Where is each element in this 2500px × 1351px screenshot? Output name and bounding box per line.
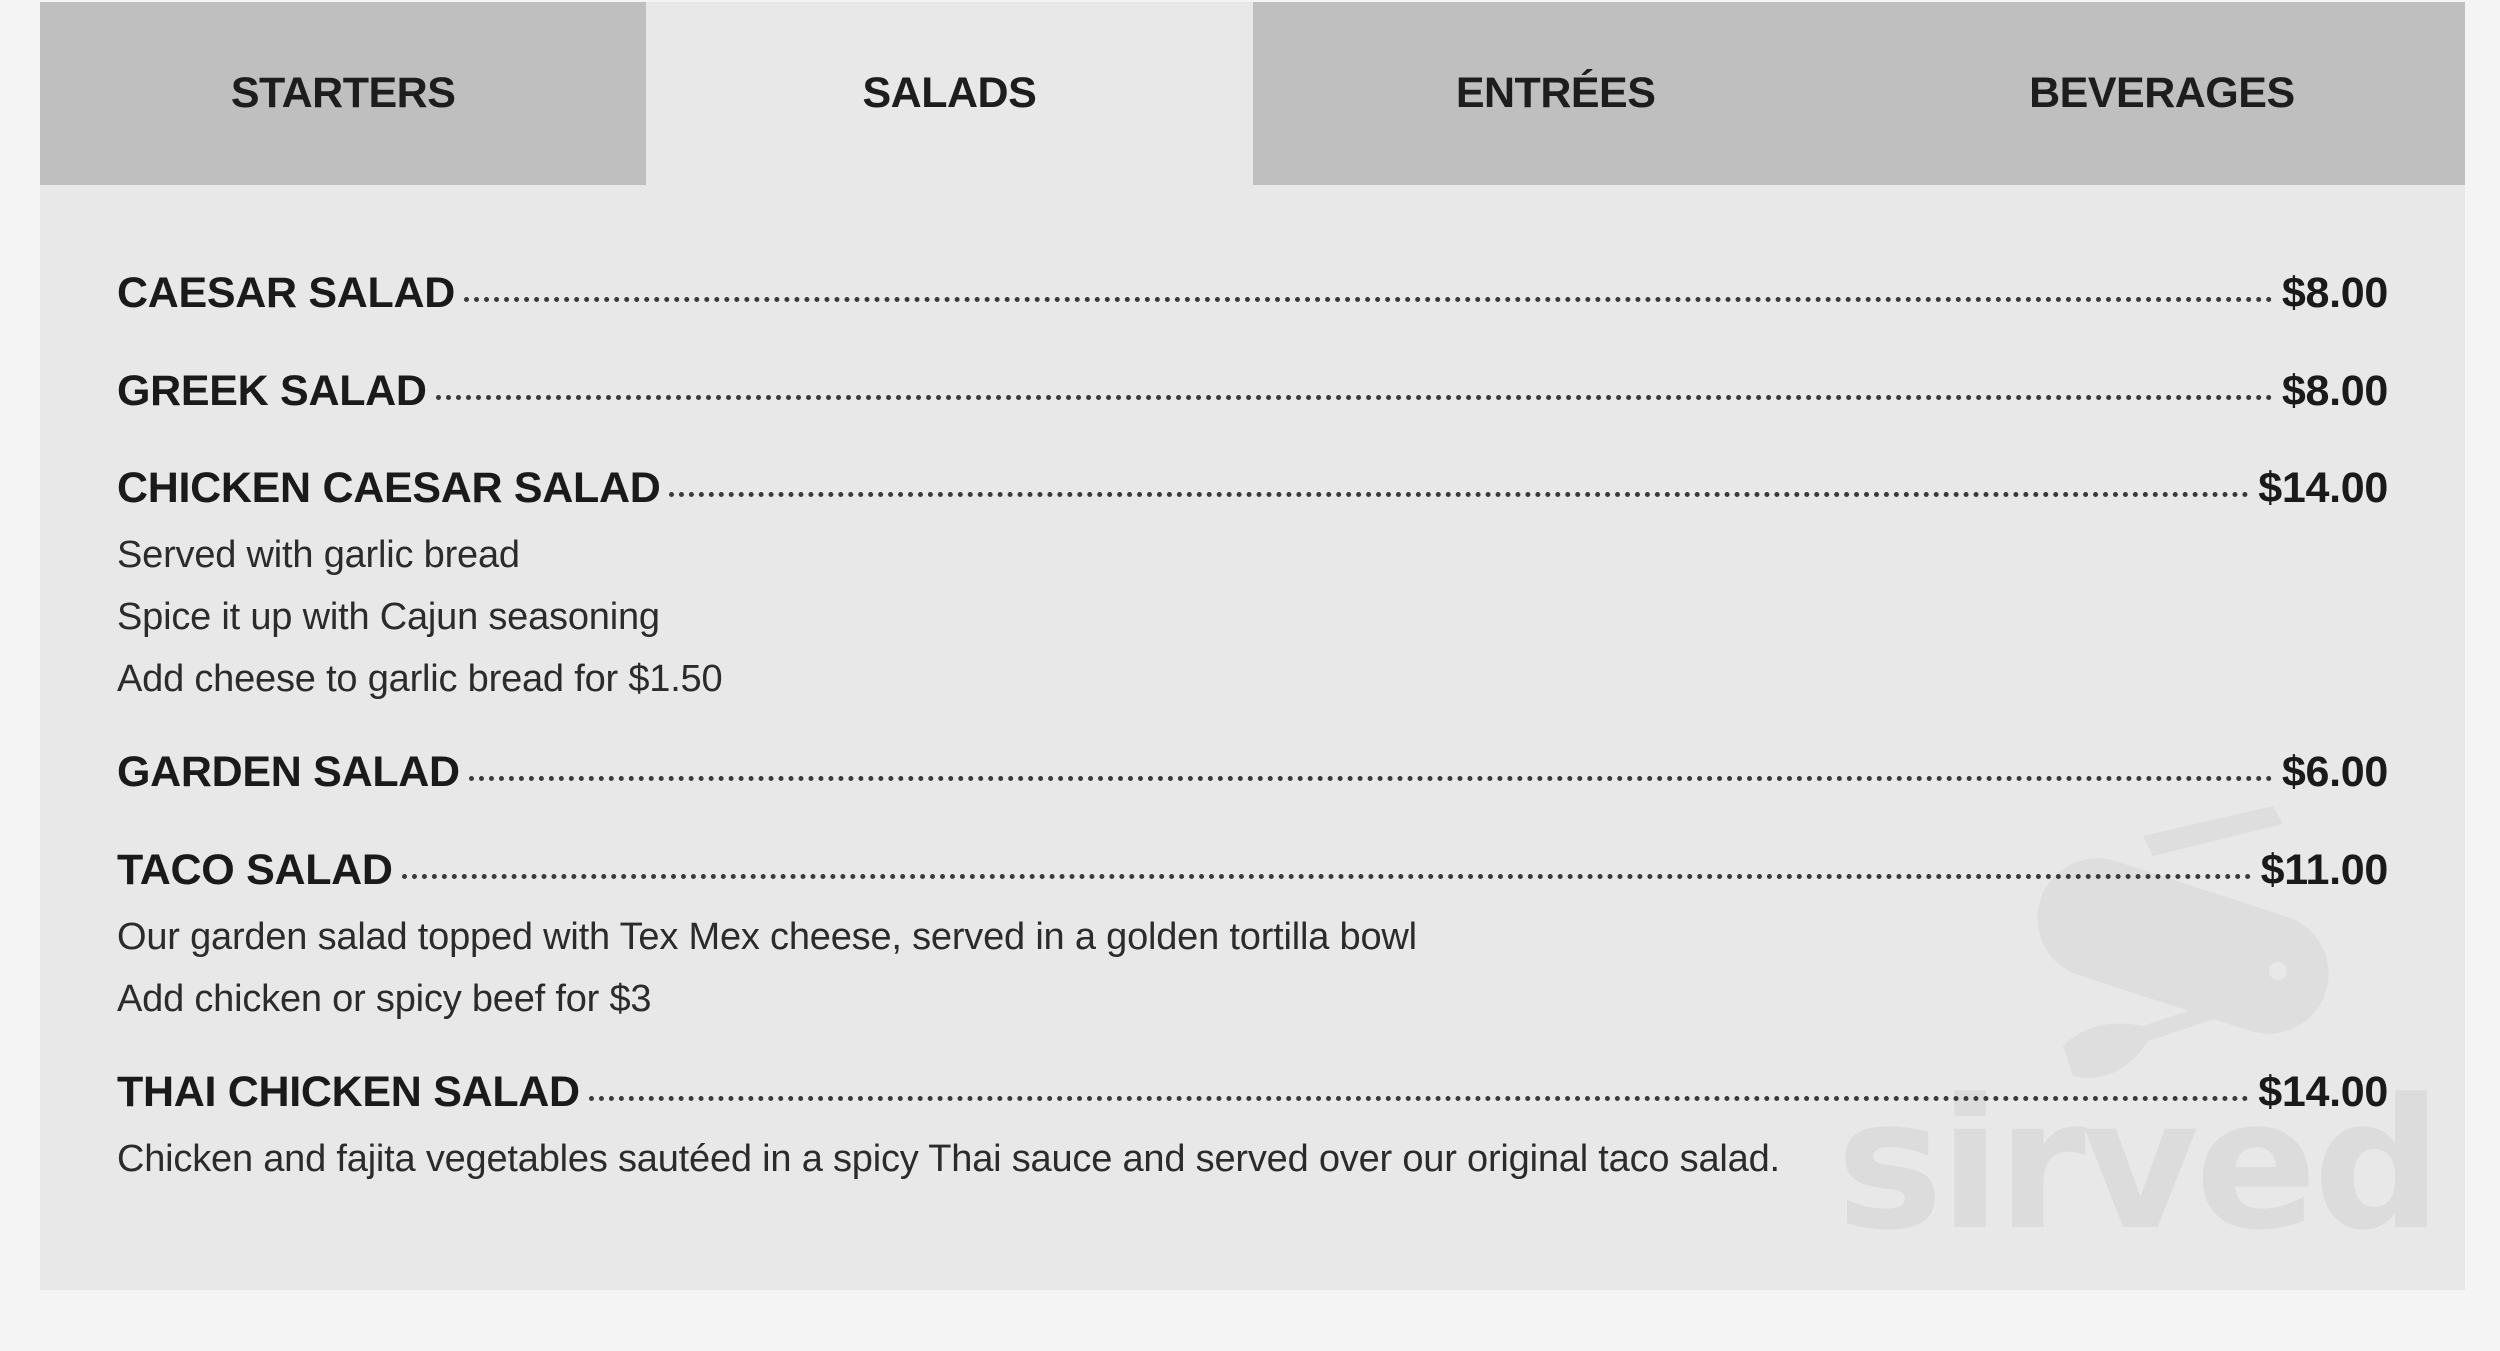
item-description: Our garden salad topped with Tex Mex che… — [117, 916, 1417, 958]
item-name: CHICKEN CAESAR SALAD — [117, 464, 661, 512]
item-price: $14.00 — [2258, 464, 2388, 512]
item-name: CAESAR SALAD — [117, 269, 456, 317]
menu-item: THAI CHICKEN SALAD $14.00 Chicken and fa… — [117, 1068, 2388, 1190]
item-description: Add chicken or spicy beef for $3 — [117, 978, 652, 1020]
item-description: Spice it up with Cajun seasoning — [117, 596, 660, 638]
menu-item: TACO SALAD $11.00 Our garden salad toppe… — [117, 846, 2388, 1030]
item-description: Add cheese to garlic bread for $1.50 — [117, 658, 723, 700]
dot-leader — [669, 492, 2250, 497]
salads-panel: sirved CAESAR SALAD $8.00 GREEK SALAD $8… — [40, 185, 2465, 1290]
menu-widget: STARTERS SALADS ENTRÉES BEVERAGES sirved… — [40, 2, 2465, 1290]
item-description: Served with garlic bread — [117, 534, 520, 576]
dot-leader — [435, 395, 2273, 400]
item-description: Chicken and fajita vegetables sautéed in… — [117, 1138, 1780, 1180]
menu-item: GARDEN SALAD $6.00 — [117, 748, 2388, 808]
menu-item: GREEK SALAD $8.00 — [117, 367, 2388, 427]
item-name: TACO SALAD — [117, 846, 393, 894]
item-price: $6.00 — [2281, 748, 2388, 796]
tab-salads[interactable]: SALADS — [646, 2, 1253, 185]
item-price: $8.00 — [2281, 269, 2388, 317]
item-name: GREEK SALAD — [117, 367, 427, 415]
tab-starters[interactable]: STARTERS — [40, 2, 647, 185]
item-price: $14.00 — [2258, 1068, 2388, 1116]
item-price: $8.00 — [2281, 367, 2388, 415]
dot-leader — [588, 1096, 2250, 1101]
menu-item: CHICKEN CAESAR SALAD $14.00 Served with … — [117, 464, 2388, 710]
menu-item: CAESAR SALAD $8.00 — [117, 269, 2388, 329]
dot-leader — [464, 297, 2273, 302]
item-price: $11.00 — [2260, 846, 2389, 894]
item-name: GARDEN SALAD — [117, 748, 460, 796]
tab-beverages[interactable]: BEVERAGES — [1858, 2, 2465, 185]
dot-leader — [401, 874, 2252, 879]
menu-tabs: STARTERS SALADS ENTRÉES BEVERAGES — [40, 2, 2465, 185]
item-name: THAI CHICKEN SALAD — [117, 1068, 580, 1116]
dot-leader — [468, 776, 2273, 781]
tab-entrees[interactable]: ENTRÉES — [1252, 2, 1859, 185]
